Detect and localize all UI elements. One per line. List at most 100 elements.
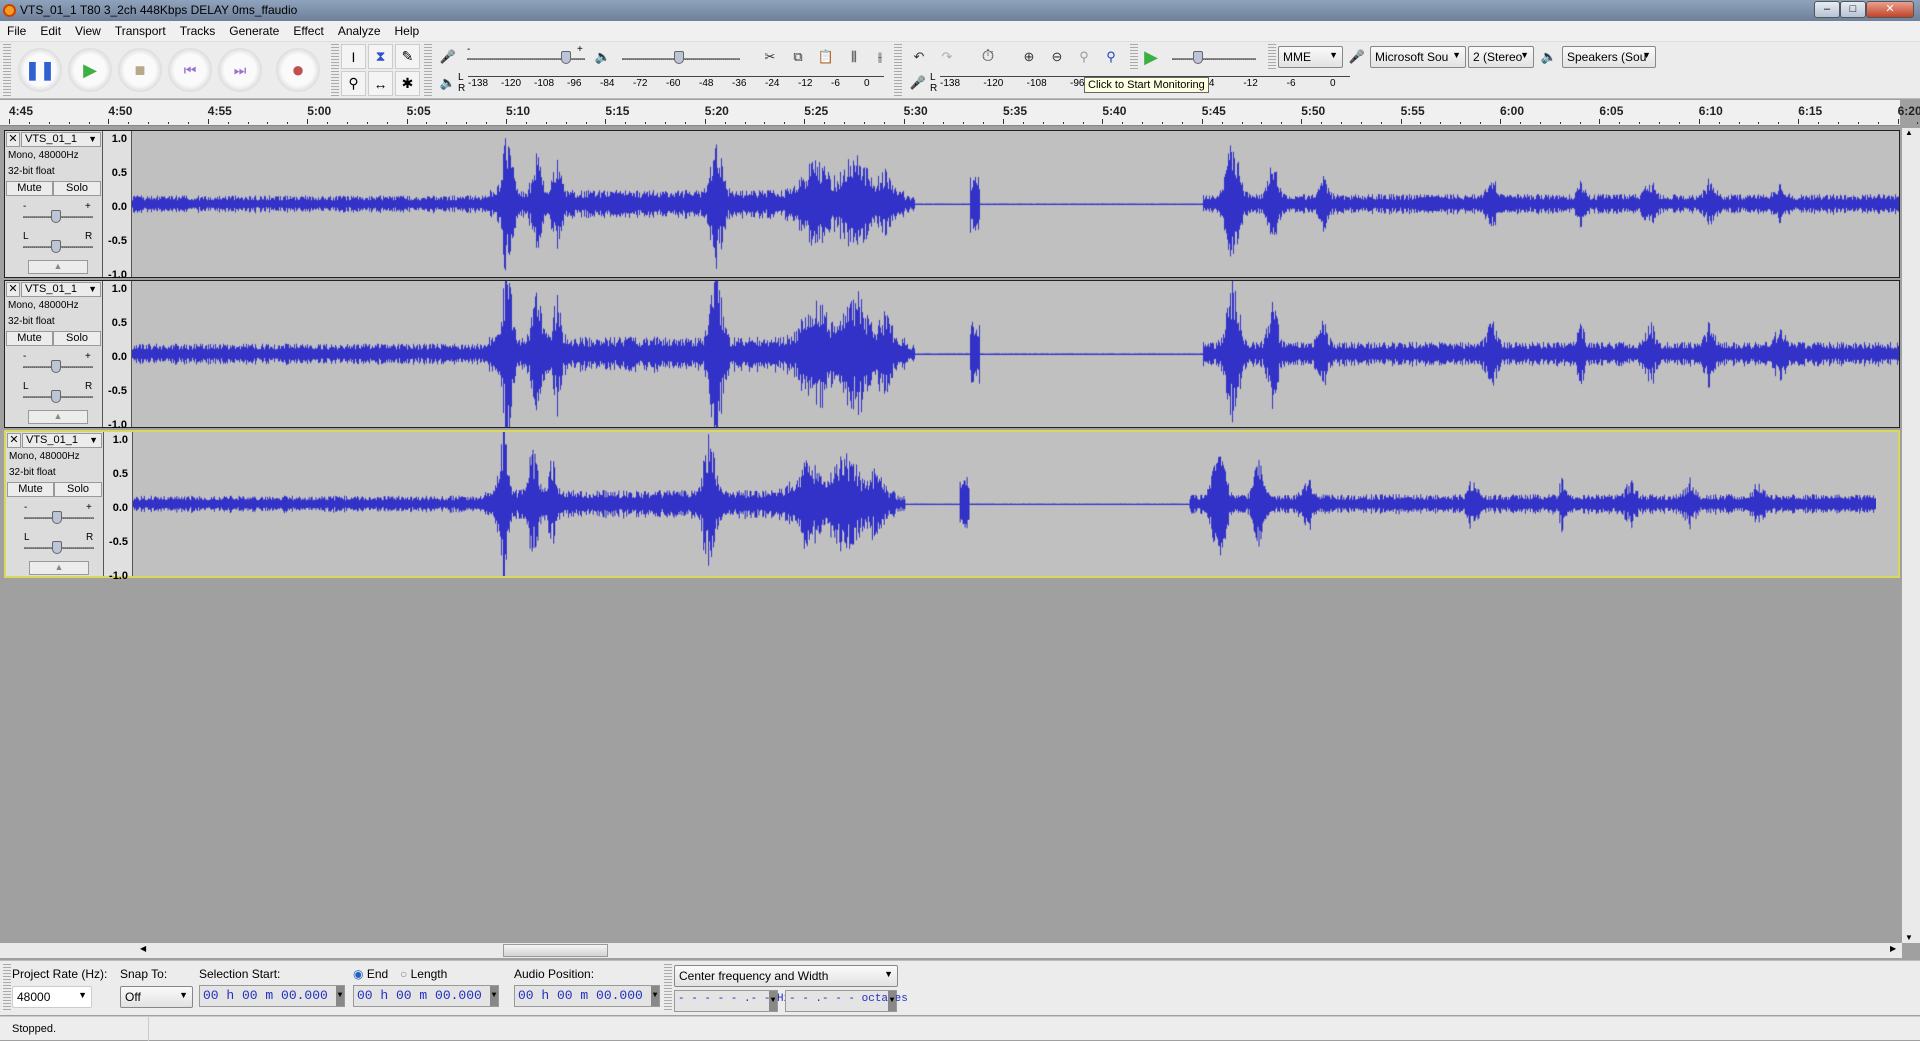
menu-effect[interactable]: Effect [286,21,330,38]
end-radio[interactable]: ◉ End [353,967,388,981]
center-frequency-field[interactable]: - - - - - .- - Hz ▼ [674,990,790,1012]
pan-slider-thumb[interactable] [51,240,61,253]
waveform[interactable] [132,281,1899,427]
channels-select[interactable]: 2 (Stereo ▼ [1468,46,1534,68]
waveform[interactable] [132,131,1899,277]
solo-button[interactable]: Solo [53,181,101,196]
cut-icon[interactable]: ✂ [757,44,783,70]
toolbar-grip[interactable] [894,44,902,96]
toolbar-grip[interactable] [424,44,432,96]
gain-slider-thumb[interactable] [52,511,62,524]
length-radio[interactable]: ○ Length [400,967,447,981]
mute-button[interactable]: Mute [6,181,53,196]
gain-slider-thumb[interactable] [51,360,61,373]
track-close-button[interactable]: ✕ [6,132,20,147]
multi-tool[interactable]: ✱ [395,71,420,96]
play-speed-slider[interactable] [1172,58,1256,60]
playback-device-select[interactable]: Speakers (Sou ▼ [1562,46,1656,68]
timer-icon[interactable]: ⏱ [975,44,1001,70]
audio-host-select[interactable]: MME ▼ [1278,46,1343,68]
record-volume-thumb[interactable] [561,51,571,64]
paste-icon[interactable]: 📋 [813,44,839,70]
menu-edit[interactable]: Edit [33,21,68,38]
audio-track[interactable]: ✕ VTS_01_1 ▼ Mono, 48000Hz 32-bit float Mute S… [4,430,1900,582]
scroll-down-arrow[interactable]: ▼ [1905,933,1913,942]
frequency-width-field[interactable]: - - .- - - octaves ▼ [785,990,908,1012]
menu-generate[interactable]: Generate [222,21,286,38]
timeline-ruler[interactable]: 4:45 4:50 4:55 5:00 5:05 5:10 5:15 5:20 5:25 5:30… [0,100,1920,126]
solo-button[interactable]: Solo [54,482,102,497]
recording-meter[interactable]: -138 -120 -108 -96 -84 -72 -60 -48 -36 -24 -12 -6 0 [468,76,884,94]
selection-start-field[interactable]: 00 h 00 m 00.000 s ▼ [199,985,345,1007]
menu-view[interactable]: View [68,21,108,38]
record-button[interactable]: ● [276,48,320,92]
play-button[interactable]: ▶ [68,48,112,92]
minimize-button[interactable]: – [1814,1,1840,18]
pan-slider-thumb[interactable] [51,390,61,403]
scroll-up-arrow[interactable]: ▲ [1905,128,1913,137]
menu-tracks[interactable]: Tracks [173,21,223,38]
toolbar-grip[interactable] [3,44,11,96]
skip-start-button[interactable]: ⏮ [168,48,212,92]
track-menu-button[interactable]: VTS_01_1 ▼ [21,132,101,147]
solo-button[interactable]: Solo [53,331,101,346]
redo-icon[interactable]: ↷ [934,44,960,70]
play-speed-thumb[interactable] [1193,51,1203,64]
close-button[interactable]: ✕ [1866,1,1914,18]
meter-tick-label: -96 [567,78,582,89]
spectral-selection-mode-select[interactable]: Center frequency and Width ▼ [674,965,898,987]
track-menu-button[interactable]: VTS_01_1 ▼ [22,433,102,448]
waveform[interactable] [133,432,1876,576]
toolbar-grip[interactable] [1130,44,1138,70]
track-close-button[interactable]: ✕ [7,433,21,448]
horizontal-scrollbar[interactable]: ◀ ▶ [0,943,1902,958]
silence-icon[interactable]: ⫲ [867,44,893,70]
horizontal-scroll-thumb[interactable] [503,944,608,957]
vertical-scrollbar[interactable]: ▲ ▼ [1902,128,1920,943]
toolbar-grip[interactable] [664,964,672,1012]
zoom-in-icon[interactable]: ⊕ [1016,44,1042,70]
maximize-button[interactable]: □ [1840,1,1866,18]
scroll-right-arrow[interactable]: ▶ [1890,944,1896,953]
draw-tool[interactable]: ✎ [395,44,420,69]
zoom-out-icon[interactable]: ⊖ [1044,44,1070,70]
stop-button[interactable]: ■ [118,48,162,92]
selection-end-field[interactable]: 00 h 00 m 00.000 s ▼ [353,985,499,1007]
pause-button[interactable]: ❚❚ [18,48,62,92]
menu-analyze[interactable]: Analyze [331,21,388,38]
track-menu-button[interactable]: VTS_01_1 ▼ [21,282,101,297]
playback-volume-thumb[interactable] [674,51,684,64]
toolbar-grip[interactable] [1268,44,1276,70]
mute-button[interactable]: Mute [7,482,54,497]
trim-icon[interactable]: ⫼ [841,44,867,70]
scroll-left-arrow[interactable]: ◀ [140,944,146,953]
skip-end-button[interactable]: ⏭ [218,48,262,92]
fit-project-icon[interactable]: ⚲ [1098,44,1124,70]
audio-position-field[interactable]: 00 h 00 m 00.000 s ▼ [514,985,660,1007]
mute-button[interactable]: Mute [6,331,53,346]
pan-slider-thumb[interactable] [52,541,62,554]
project-rate-select[interactable]: 48000 ▼ [12,986,92,1008]
toolbar-grip[interactable] [331,44,339,96]
gain-slider-thumb[interactable] [51,210,61,223]
envelope-tool[interactable]: ⧗ [368,44,393,69]
audio-track[interactable]: ✕ VTS_01_1 ▼ Mono, 48000Hz 32-bit float Mute S… [4,280,1900,431]
menu-help[interactable]: Help [388,21,427,38]
play-at-speed-icon[interactable]: ▶ [1138,44,1164,70]
undo-icon[interactable]: ↶ [906,44,932,70]
menu-transport[interactable]: Transport [108,21,173,38]
toolbar-grip[interactable] [3,964,11,1012]
track-close-button[interactable]: ✕ [6,282,20,297]
selection-tool[interactable]: I [341,44,366,69]
collapse-track-button[interactable]: ▲ [28,410,88,424]
zoom-tool[interactable]: ⚲ [341,71,366,96]
collapse-track-button[interactable]: ▲ [28,260,88,274]
time-shift-tool[interactable]: ↔ [368,71,393,96]
recording-device-select[interactable]: Microsoft Sou ▼ [1370,46,1466,68]
copy-icon[interactable]: ⧉ [785,44,811,70]
audio-track[interactable]: ✕ VTS_01_1 ▼ Mono, 48000Hz 32-bit float Mute S… [4,130,1900,281]
collapse-track-button[interactable]: ▲ [29,561,89,575]
snap-to-select[interactable]: Off ▼ [120,986,193,1008]
fit-selection-icon[interactable]: ⚲ [1071,44,1097,70]
menu-file[interactable]: File [0,21,33,38]
